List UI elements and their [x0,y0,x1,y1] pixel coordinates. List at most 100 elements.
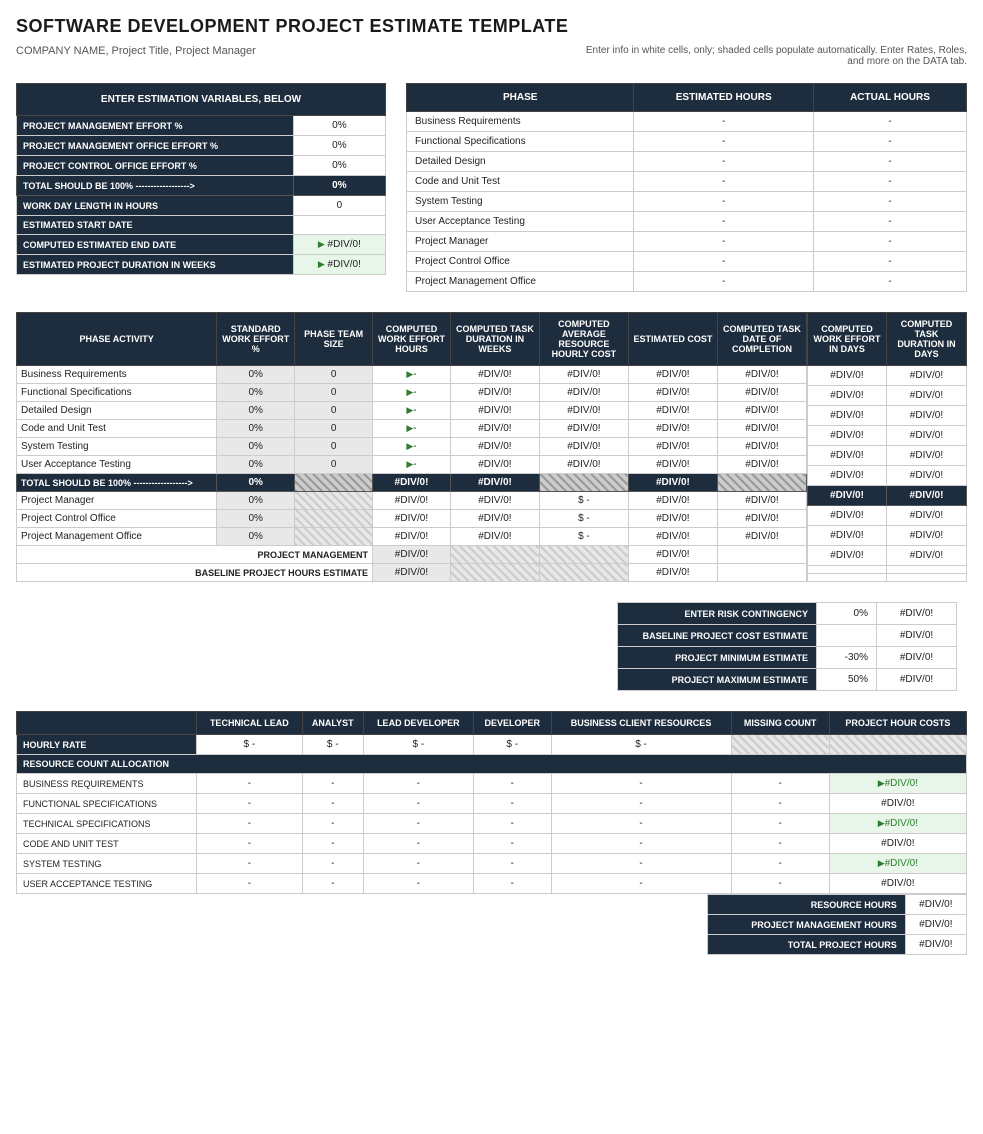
summary-row-1: PROJECT MANAGEMENT HOURS #DIV/0! [708,915,967,935]
res-label-3: CODE AND UNIT TEST [17,834,197,854]
res-val-4-2[interactable]: - [363,854,473,874]
res-val-5-4[interactable]: - [551,874,731,894]
summary-row-2: TOTAL PROJECT HOURS #DIV/0! [708,935,967,955]
res-val-1-3[interactable]: - [473,794,551,814]
hourly-rate-biz[interactable]: $ - [551,735,731,755]
phase-actual-8: - [813,272,966,292]
summary-label-1: PROJECT MANAGEMENT HOURS [708,915,906,935]
activity-row-4: System Testing 0% 0 ▶- #DIV/0! #DIV/0! #… [17,438,807,456]
activity-row-2: Detailed Design 0% 0 ▶- #DIV/0! #DIV/0! … [17,402,807,420]
res-val-2-0[interactable]: - [197,814,303,834]
hourly-rate-tl[interactable]: $ - [197,735,303,755]
phase-est-4: - [634,192,814,212]
res-missing-0: - [731,774,829,794]
res-col-lead-dev: LEAD DEVELOPER [363,712,473,735]
res-col-developer: DEVELOPER [473,712,551,735]
phase-est-8: - [634,272,814,292]
section1: ENTER ESTIMATION VARIABLES, BELOW PROJEC… [16,83,967,292]
res-val-5-2[interactable]: - [363,874,473,894]
res-val-2-1[interactable]: - [302,814,363,834]
res-label-1: FUNCTIONAL SPECIFICATIONS [17,794,197,814]
res-val-4-3[interactable]: - [473,854,551,874]
activity-extra-row-8: #DIV/0! #DIV/0! [808,526,967,546]
phases-row-5: User Acceptance Testing - - [407,212,967,232]
risk-pct-3[interactable]: 50% [817,669,877,691]
risk-pct-1[interactable] [817,625,877,647]
res-label-2: TECHNICAL SPECIFICATIONS [17,814,197,834]
est-vars-header-row: ENTER ESTIMATION VARIABLES, BELOW [17,84,386,116]
res-cost-4: ▶#DIV/0! [829,854,966,874]
activity-footer-0: PROJECT MANAGEMENT #DIV/0! #DIV/0! [17,546,807,564]
res-val-1-1[interactable]: - [302,794,363,814]
res-cost-1: #DIV/0! [829,794,966,814]
activity-extra-row-5: #DIV/0! #DIV/0! [808,466,967,486]
act-col-tdw: COMPUTED TASK DURATION IN WEEKS [450,313,539,366]
res-val-4-4[interactable]: - [551,854,731,874]
res-cost-5: #DIV/0! [829,874,966,894]
res-val-0-0[interactable]: - [197,774,303,794]
act-col-activity: PHASE ACTIVITY [17,313,217,366]
ev-row-highlight: TOTAL SHOULD BE 100% ------------------>… [17,176,386,196]
activity-row-3: Code and Unit Test 0% 0 ▶- #DIV/0! #DIV/… [17,420,807,438]
phase-name-6: Project Manager [407,232,634,252]
res-val-3-0[interactable]: - [197,834,303,854]
risk-label-3: PROJECT MAXIMUM ESTIMATE [618,669,817,691]
activity-row-0: Business Requirements 0% 0 ▶- #DIV/0! #D… [17,366,807,384]
res-val-5-1[interactable]: - [302,874,363,894]
res-cost-2: ▶#DIV/0! [829,814,966,834]
phase-name-0: Business Requirements [407,112,634,132]
res-val-0-3[interactable]: - [473,774,551,794]
ev-value-1[interactable]: 0% [293,136,385,156]
res-val-2-4[interactable]: - [551,814,731,834]
risk-pct-0[interactable]: 0% [817,603,877,625]
res-col-analyst: ANALYST [302,712,363,735]
summary-val-1: #DIV/0! [905,915,966,935]
phases-row-1: Functional Specifications - - [407,132,967,152]
phase-est-3: - [634,172,814,192]
rca-label: RESOURCE COUNT ALLOCATION [17,755,967,774]
phases-row-2: Detailed Design - - [407,152,967,172]
hourly-rate-an[interactable]: $ - [302,735,363,755]
res-val-3-4[interactable]: - [551,834,731,854]
phases-panel: PHASE ESTIMATED HOURS ACTUAL HOURS Busin… [406,83,967,292]
ev-row-0: PROJECT MANAGEMENT EFFORT % 0% [17,116,386,136]
ev-label-total: TOTAL SHOULD BE 100% ------------------> [17,176,294,196]
res-val-0-1[interactable]: - [302,774,363,794]
res-val-4-1[interactable]: - [302,854,363,874]
res-val-0-2[interactable]: - [363,774,473,794]
res-val-0-4[interactable]: - [551,774,731,794]
res-val-1-0[interactable]: - [197,794,303,814]
resource-row-0: BUSINESS REQUIREMENTS ----- - ▶#DIV/0! [17,774,967,794]
risk-val-1: #DIV/0! [877,625,957,647]
risk-row-2: PROJECT MINIMUM ESTIMATE -30% #DIV/0! [618,647,957,669]
res-col-blank [17,712,197,735]
summary-label-0: RESOURCE HOURS [708,895,906,915]
hourly-rate-ld[interactable]: $ - [363,735,473,755]
res-val-3-3[interactable]: - [473,834,551,854]
res-val-5-0[interactable]: - [197,874,303,894]
res-val-1-2[interactable]: - [363,794,473,814]
hourly-rate-dev[interactable]: $ - [473,735,551,755]
ev-value-0[interactable]: 0% [293,116,385,136]
phase-est-7: - [634,252,814,272]
activity-row-8: Project Control Office 0% #DIV/0! #DIV/0… [17,510,807,528]
res-val-2-3[interactable]: - [473,814,551,834]
ev-row-6: COMPUTED ESTIMATED END DATE ▶ #DIV/0! [17,235,386,255]
act-col-weh: COMPUTED WORK EFFORT HOURS [373,313,451,366]
risk-pct-2[interactable]: -30% [817,647,877,669]
risk-val-2: #DIV/0! [877,647,957,669]
res-val-4-0[interactable]: - [197,854,303,874]
res-val-1-4[interactable]: - [551,794,731,814]
res-val-3-2[interactable]: - [363,834,473,854]
ev-value-5[interactable] [293,216,385,235]
activity-row-7: Project Manager 0% #DIV/0! #DIV/0! $ - #… [17,492,807,510]
res-col-tech-lead: TECHNICAL LEAD [197,712,303,735]
ev-label-1: PROJECT MANAGEMENT OFFICE EFFORT % [17,136,294,156]
res-val-2-2[interactable]: - [363,814,473,834]
ev-value-2[interactable]: 0% [293,156,385,176]
res-val-5-3[interactable]: - [473,874,551,894]
phases-row-8: Project Management Office - - [407,272,967,292]
ev-value-4[interactable]: 0 [293,196,385,216]
activity-extra-row-6: #DIV/0! #DIV/0! [808,486,967,506]
res-val-3-1[interactable]: - [302,834,363,854]
